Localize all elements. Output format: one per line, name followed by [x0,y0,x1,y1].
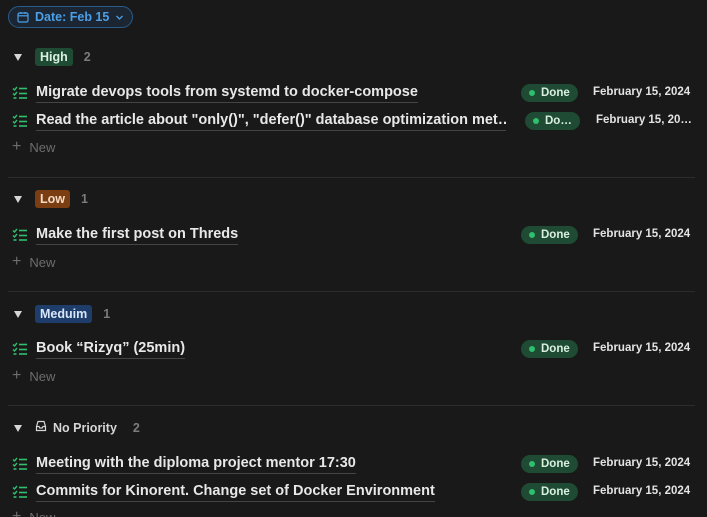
group-header-high[interactable]: High 2 [14,47,91,67]
group-count: 2 [83,50,91,64]
status-badge[interactable]: Do… [525,112,580,130]
chevron-down-icon [115,13,124,22]
task-row[interactable]: Make the first post on Threds Done Febru… [12,223,702,247]
plus-icon: + [12,367,22,384]
status-badge[interactable]: Done [521,340,578,358]
group-count: 1 [81,192,88,206]
status-label: Done [541,229,570,241]
task-title[interactable]: Commits for Kinorent. Change set of Dock… [36,482,435,502]
collapse-triangle-icon[interactable] [14,195,22,203]
task-date: February 15, 2024 [593,86,691,98]
task-date: February 15, 2024 [593,457,691,469]
date-filter-chip[interactable]: Date: Feb 15 [8,6,134,28]
date-filter-label: Date: Feb 15 [35,10,110,24]
status-dot-icon [529,489,535,495]
new-task-button[interactable]: + New [12,138,55,156]
task-board: Date: Feb 15 High 2 Migrate devops tools… [0,0,707,517]
status-dot-icon [529,461,535,467]
task-row[interactable]: Commits for Kinorent. Change set of Dock… [12,480,702,504]
task-date: February 15, 2024 [593,228,691,240]
collapse-triangle-icon[interactable] [14,310,22,318]
plus-icon: + [12,253,22,270]
new-label: New [29,254,56,270]
priority-tag-none: No Priority [35,419,122,437]
task-row[interactable]: Book “Rizyq” (25min) Done February 15, 2… [12,337,702,361]
status-label: Done [541,458,570,470]
status-dot-icon [529,232,535,238]
status-badge[interactable]: Done [521,455,578,473]
status-dot-icon [529,90,535,96]
no-priority-label: No Priority [53,421,117,435]
group-count: 2 [132,421,140,435]
group-count: 1 [103,307,111,321]
new-task-button[interactable]: + New [12,367,55,385]
priority-tag-low: Low [35,190,70,208]
inbox-icon [35,420,47,436]
status-label: Done [541,343,570,355]
new-label: New [29,509,56,517]
plus-icon: + [12,138,22,155]
group-divider [8,291,695,292]
new-task-button[interactable]: + New [12,253,55,271]
task-date: February 15, 2024 [593,342,691,354]
status-dot-icon [529,346,535,352]
status-badge[interactable]: Done [521,226,578,244]
task-checklist-icon [12,228,28,245]
group-divider [8,177,695,178]
task-checklist-icon [12,485,28,502]
task-title[interactable]: Migrate devops tools from systemd to doc… [36,83,418,103]
task-title[interactable]: Make the first post on Threds [36,225,239,245]
status-badge[interactable]: Done [521,483,578,501]
task-row[interactable]: Meeting with the diploma project mentor … [12,452,702,476]
task-checklist-icon [12,457,28,474]
group-header-no-priority[interactable]: No Priority 2 [14,418,140,438]
new-task-button[interactable]: + New [12,508,55,517]
status-label: Done [541,486,570,498]
task-title[interactable]: Meeting with the diploma project mentor … [36,454,356,474]
status-badge[interactable]: Done [521,84,578,102]
task-checklist-icon [12,86,28,103]
task-row[interactable]: Read the article about "only()", "defer(… [12,109,702,133]
task-checklist-icon [12,342,28,359]
status-dot-icon [533,118,539,124]
group-header-low[interactable]: Low 1 [14,189,88,209]
priority-tag-high: High [35,48,73,66]
task-checklist-icon [12,114,28,131]
new-label: New [29,368,56,384]
calendar-icon [17,11,29,23]
task-title[interactable]: Read the article about "only()", "defer(… [36,111,506,131]
task-date: February 15, 20… [596,114,692,126]
priority-tag-medium: Meduim [35,305,93,323]
task-title[interactable]: Book “Rizyq” (25min) [36,339,186,359]
plus-icon: + [12,508,22,517]
collapse-triangle-icon[interactable] [14,424,22,432]
task-row[interactable]: Migrate devops tools from systemd to doc… [12,81,702,105]
status-label: Do… [545,115,572,127]
new-label: New [29,139,56,155]
collapse-triangle-icon[interactable] [14,53,22,61]
group-divider [8,405,695,406]
status-label: Done [541,87,570,99]
group-header-medium[interactable]: Meduim 1 [14,304,110,324]
task-date: February 15, 2024 [593,485,691,497]
